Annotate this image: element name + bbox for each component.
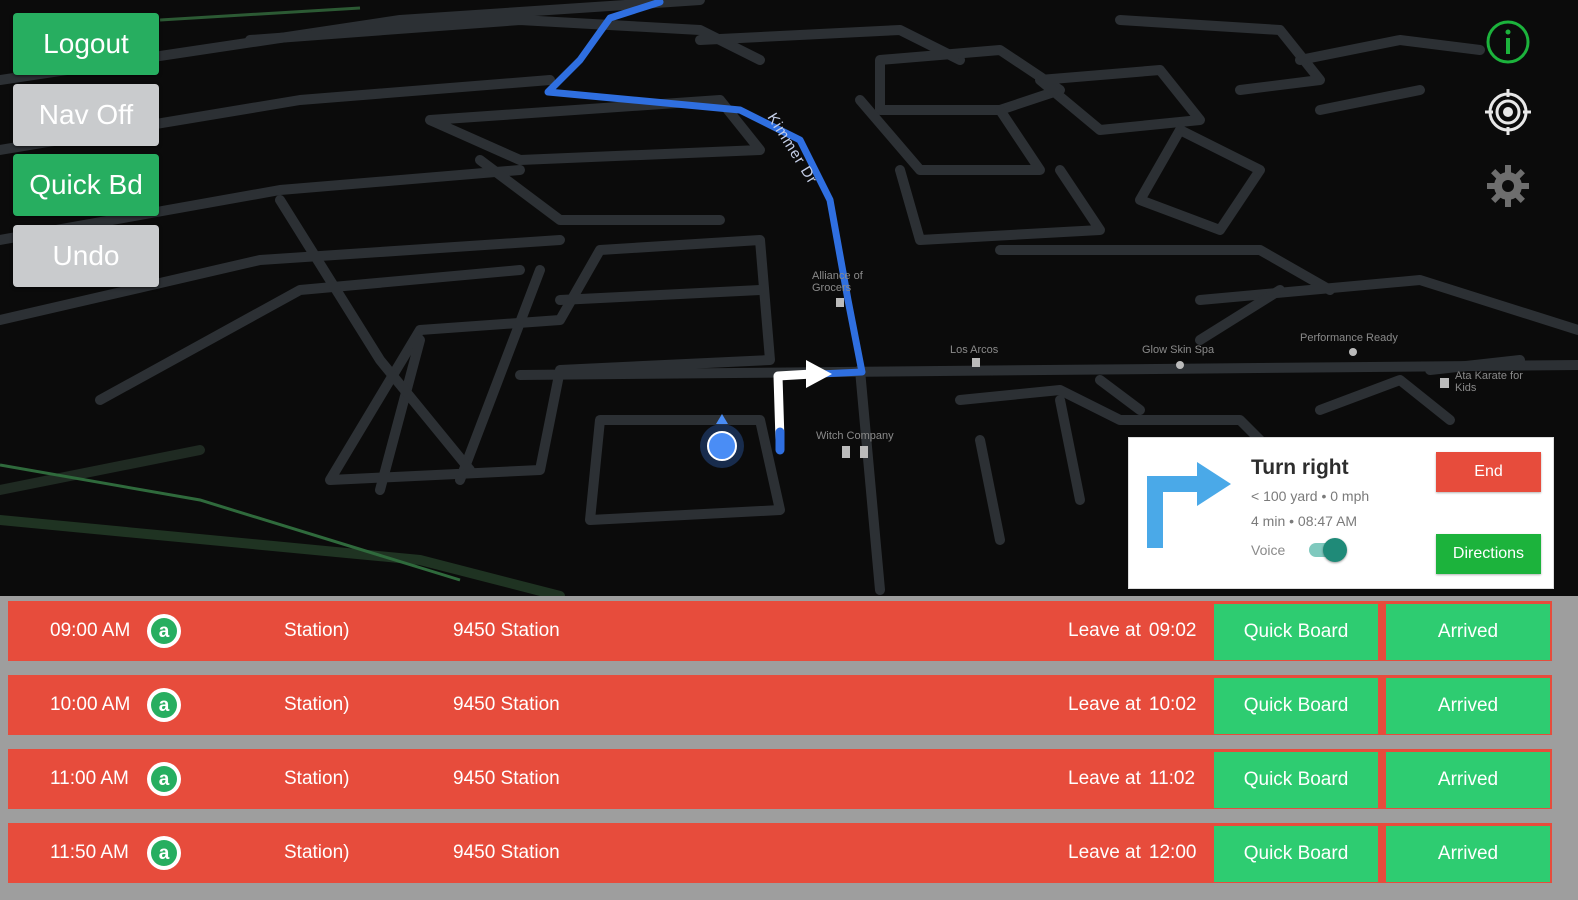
poi-label: Alliance of Grocers [812, 270, 863, 294]
quick-board-button[interactable]: Quick Board [1214, 752, 1378, 808]
trip-list: 09:00 AM a Station) 9450 Station Leave a… [0, 596, 1578, 900]
trip-badge-icon: a [147, 614, 181, 648]
poi-label: Glow Skin Spa [1142, 344, 1215, 356]
leave-label: Leave at [1068, 694, 1141, 715]
trip-time: 10:00 AM [50, 694, 131, 715]
quick-bd-button[interactable]: Quick Bd [13, 154, 159, 216]
trip-leave-at: Leave at 10:02 [1068, 675, 1196, 735]
trip-origin: Station) [284, 768, 350, 789]
trip-origin: Station) [284, 694, 350, 715]
poi-label: Los Arcos [950, 344, 999, 356]
voice-label: Voice [1251, 542, 1286, 558]
arrived-button[interactable]: Arrived [1386, 826, 1550, 882]
trip-time: 11:00 AM [50, 768, 129, 789]
undo-button[interactable]: Undo [13, 225, 159, 287]
recenter-target-icon[interactable] [1482, 86, 1534, 138]
navigation-card: Turn right < 100 yard • 0 mph 4 min • 08… [1128, 437, 1554, 589]
nav-off-button[interactable]: Nav Off [13, 84, 159, 146]
poi-label: Witch Company [816, 430, 894, 442]
trip-badge-letter: a [151, 840, 177, 866]
leave-time: 10:02 [1148, 694, 1197, 715]
trip-destination: 9450 Station [453, 768, 560, 789]
trip-badge-icon: a [147, 762, 181, 796]
trip-badge-icon: a [147, 836, 181, 870]
quick-board-button[interactable]: Quick Board [1214, 604, 1378, 660]
trip-badge-letter: a [151, 692, 177, 718]
quick-board-button[interactable]: Quick Board [1214, 826, 1378, 882]
arrived-button[interactable]: Arrived [1386, 752, 1550, 808]
trip-destination: 9450 Station [453, 620, 560, 641]
settings-gear-icon[interactable] [1482, 160, 1534, 212]
turn-instruction: Turn right [1251, 456, 1349, 479]
trip-badge-icon: a [147, 688, 181, 722]
leave-label: Leave at [1068, 768, 1141, 789]
voice-toggle-knob [1323, 538, 1347, 562]
trip-row[interactable]: 09:00 AM a Station) 9450 Station Leave a… [8, 601, 1552, 661]
app-root: Kimmer Dr Alliance of Grocers Los Arcos … [0, 0, 1578, 900]
trip-row[interactable]: 11:50 AM a Station) 9450 Station Leave a… [8, 823, 1552, 883]
leave-time: 11:02 [1148, 768, 1196, 789]
trip-leave-at: Leave at 09:02 [1068, 601, 1196, 661]
trip-badge-letter: a [151, 618, 177, 644]
end-button[interactable]: End [1436, 452, 1541, 492]
poi-label: Ata Karate for Kids [1455, 370, 1523, 394]
trip-row[interactable]: 10:00 AM a Station) 9450 Station Leave a… [8, 675, 1552, 735]
poi-label: Performance Ready [1300, 332, 1398, 344]
trip-destination: 9450 Station [453, 694, 560, 715]
trip-time: 09:00 AM [50, 620, 131, 641]
voice-toggle[interactable] [1307, 538, 1347, 562]
distance-speed: < 100 yard • 0 mph [1251, 488, 1370, 504]
turn-right-arrow-icon [1147, 462, 1231, 548]
route-line [544, 0, 866, 378]
logout-button[interactable]: Logout [13, 13, 159, 75]
trip-time: 11:50 AM [50, 842, 129, 863]
info-icon[interactable] [1482, 16, 1534, 68]
leave-label: Leave at [1068, 620, 1141, 641]
arrived-button[interactable]: Arrived [1386, 604, 1550, 660]
trip-badge-letter: a [151, 766, 177, 792]
trip-destination: 9450 Station [453, 842, 560, 863]
leave-time: 09:02 [1148, 620, 1197, 641]
arrived-button[interactable]: Arrived [1386, 678, 1550, 734]
leave-time: 12:00 [1148, 842, 1197, 863]
maneuver-arrow-head [806, 360, 832, 388]
trip-row[interactable]: 11:00 AM a Station) 9450 Station Leave a… [8, 749, 1552, 809]
quick-board-button[interactable]: Quick Board [1214, 678, 1378, 734]
directions-button[interactable]: Directions [1436, 534, 1541, 574]
eta-text: 4 min • 08:47 AM [1251, 513, 1358, 529]
trip-origin: Station) [284, 842, 350, 863]
leave-label: Leave at [1068, 842, 1141, 863]
trip-leave-at: Leave at 12:00 [1068, 823, 1196, 883]
trip-leave-at: Leave at 11:02 [1068, 749, 1195, 809]
trip-origin: Station) [284, 620, 350, 641]
